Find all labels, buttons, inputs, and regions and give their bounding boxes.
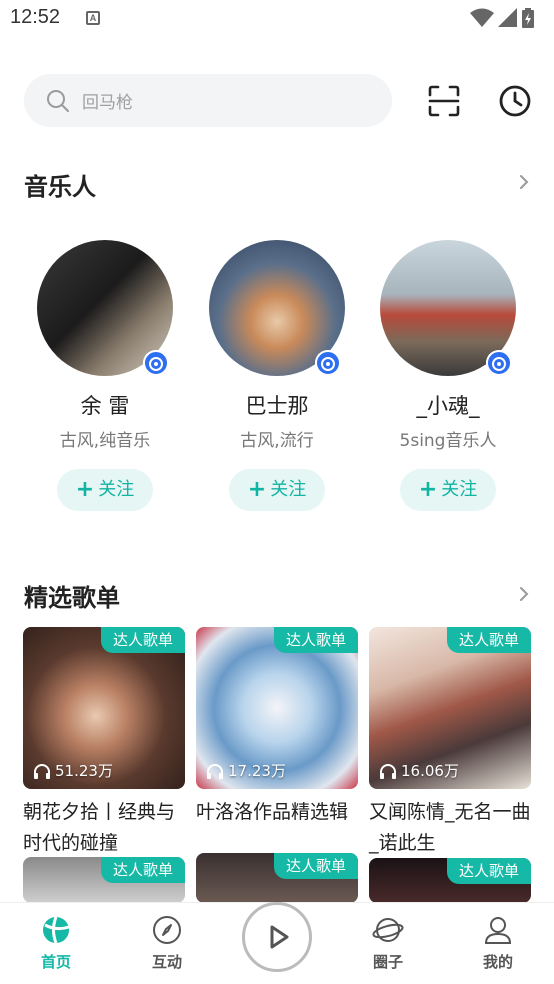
- search-input[interactable]: 回马枪: [82, 88, 133, 113]
- chevron-right-icon[interactable]: [516, 586, 532, 602]
- playlist-card[interactable]: 达人歌单 17.23万 叶洛洛作品精选辑: [196, 627, 358, 828]
- battery-icon: [522, 8, 534, 28]
- follow-label: 关注: [98, 479, 135, 500]
- artist-tags: 5sing音乐人: [399, 431, 497, 451]
- playlist-cover[interactable]: 达人歌单 17.23万: [196, 627, 358, 789]
- avatar[interactable]: [37, 240, 173, 376]
- search-icon: [47, 90, 69, 112]
- playlist-title[interactable]: 又闻陈情_无名一曲_诺此生: [369, 797, 537, 859]
- avatar[interactable]: [209, 240, 345, 376]
- artist-card[interactable]: 余 雷 古风,纯音乐 + 关注: [30, 240, 180, 511]
- musicians-title: 音乐人: [24, 173, 96, 201]
- playlist-card[interactable]: 达人歌单 16.06万 又闻陈情_无名一曲_诺此生: [369, 627, 531, 859]
- follow-label: 关注: [270, 479, 307, 500]
- nav-interact-label: 互动: [151, 953, 182, 971]
- user-icon: [484, 917, 512, 944]
- playlists-title: 精选歌单: [24, 584, 120, 612]
- playlist-badge: 达人歌单: [273, 627, 358, 653]
- playlist-card[interactable]: 达人歌单 51.23万 朝花夕拾丨经典与时代的碰撞: [23, 627, 185, 859]
- search-bar[interactable]: 回马枪: [24, 74, 392, 127]
- headphones-icon: [34, 763, 50, 779]
- plus-icon: +: [75, 477, 95, 502]
- plus-icon: +: [247, 477, 267, 502]
- play-count-value: 17.23万: [228, 762, 286, 780]
- play-count-value: 51.23万: [55, 762, 113, 780]
- playlist-badge: 达人歌单: [446, 627, 531, 653]
- artist-tags: 古风,流行: [240, 431, 314, 451]
- status-icons: [470, 8, 534, 28]
- signal-icon: [498, 8, 517, 27]
- nav-circle-label: 圈子: [372, 953, 403, 971]
- playlist-badge: 达人歌单: [100, 627, 185, 653]
- artist-name: _小魂_: [416, 394, 480, 418]
- nav-interact[interactable]: 互动: [127, 915, 207, 972]
- nav-circle[interactable]: 圈子: [348, 915, 428, 972]
- verified-icon: [486, 350, 512, 376]
- verified-icon: [143, 350, 169, 376]
- headphones-icon: [380, 763, 396, 779]
- nav-mine-label: 我的: [482, 953, 513, 971]
- artist-card[interactable]: 巴士那 古风,流行 + 关注: [202, 240, 352, 511]
- follow-button[interactable]: + 关注: [229, 469, 325, 511]
- playlist-cover[interactable]: 达人歌单 51.23万: [23, 627, 185, 789]
- verified-icon: [315, 350, 341, 376]
- chevron-right-icon[interactable]: [516, 174, 532, 190]
- playlist-cover[interactable]: 达人歌单 16.06万: [369, 627, 531, 789]
- home-music-icon: [43, 916, 70, 944]
- play-count-value: 16.06万: [401, 762, 459, 780]
- artist-tags: 古风,纯音乐: [59, 431, 151, 451]
- artist-card[interactable]: _小魂_ 5sing音乐人 + 关注: [373, 240, 523, 511]
- play-count: 16.06万: [379, 760, 459, 781]
- scan-icon[interactable]: [427, 84, 461, 118]
- follow-button[interactable]: + 关注: [57, 469, 153, 511]
- playlist-cover[interactable]: 达人歌单: [196, 853, 358, 903]
- playlist-badge: 达人歌单: [100, 857, 185, 883]
- playlist-card[interactable]: 达人歌单: [369, 858, 531, 903]
- headphones-icon: [207, 763, 223, 779]
- wifi-icon: [470, 8, 494, 27]
- compass-icon: [153, 916, 181, 944]
- playlist-cover[interactable]: 达人歌单: [23, 857, 185, 903]
- playlist-badge: 达人歌单: [446, 858, 531, 884]
- artist-name: 巴士那: [245, 394, 309, 418]
- play-button[interactable]: [242, 902, 312, 972]
- plus-icon: +: [418, 477, 438, 502]
- status-bar: 12:52 A: [0, 0, 554, 38]
- nav-home[interactable]: 首页: [16, 915, 96, 972]
- playlist-card[interactable]: 达人歌单: [196, 853, 358, 903]
- play-icon: [270, 925, 289, 949]
- avatar[interactable]: [380, 240, 516, 376]
- follow-button[interactable]: + 关注: [400, 469, 496, 511]
- follow-label: 关注: [441, 479, 478, 500]
- notification-icon: A: [86, 11, 100, 25]
- playlist-cover[interactable]: 达人歌单: [369, 858, 531, 903]
- planet-icon: [372, 918, 404, 942]
- playlist-title[interactable]: 叶洛洛作品精选辑: [196, 797, 364, 828]
- playlist-card[interactable]: 达人歌单: [23, 857, 185, 903]
- play-count: 51.23万: [33, 760, 113, 781]
- artist-name: 余 雷: [80, 394, 130, 418]
- play-count: 17.23万: [206, 760, 286, 781]
- nav-home-label: 首页: [40, 953, 71, 971]
- status-time: 12:52: [10, 6, 61, 28]
- playlist-badge: 达人歌单: [273, 853, 358, 879]
- nav-mine[interactable]: 我的: [458, 915, 538, 972]
- playlist-title[interactable]: 朝花夕拾丨经典与时代的碰撞: [23, 797, 191, 859]
- clock-icon[interactable]: [498, 84, 532, 118]
